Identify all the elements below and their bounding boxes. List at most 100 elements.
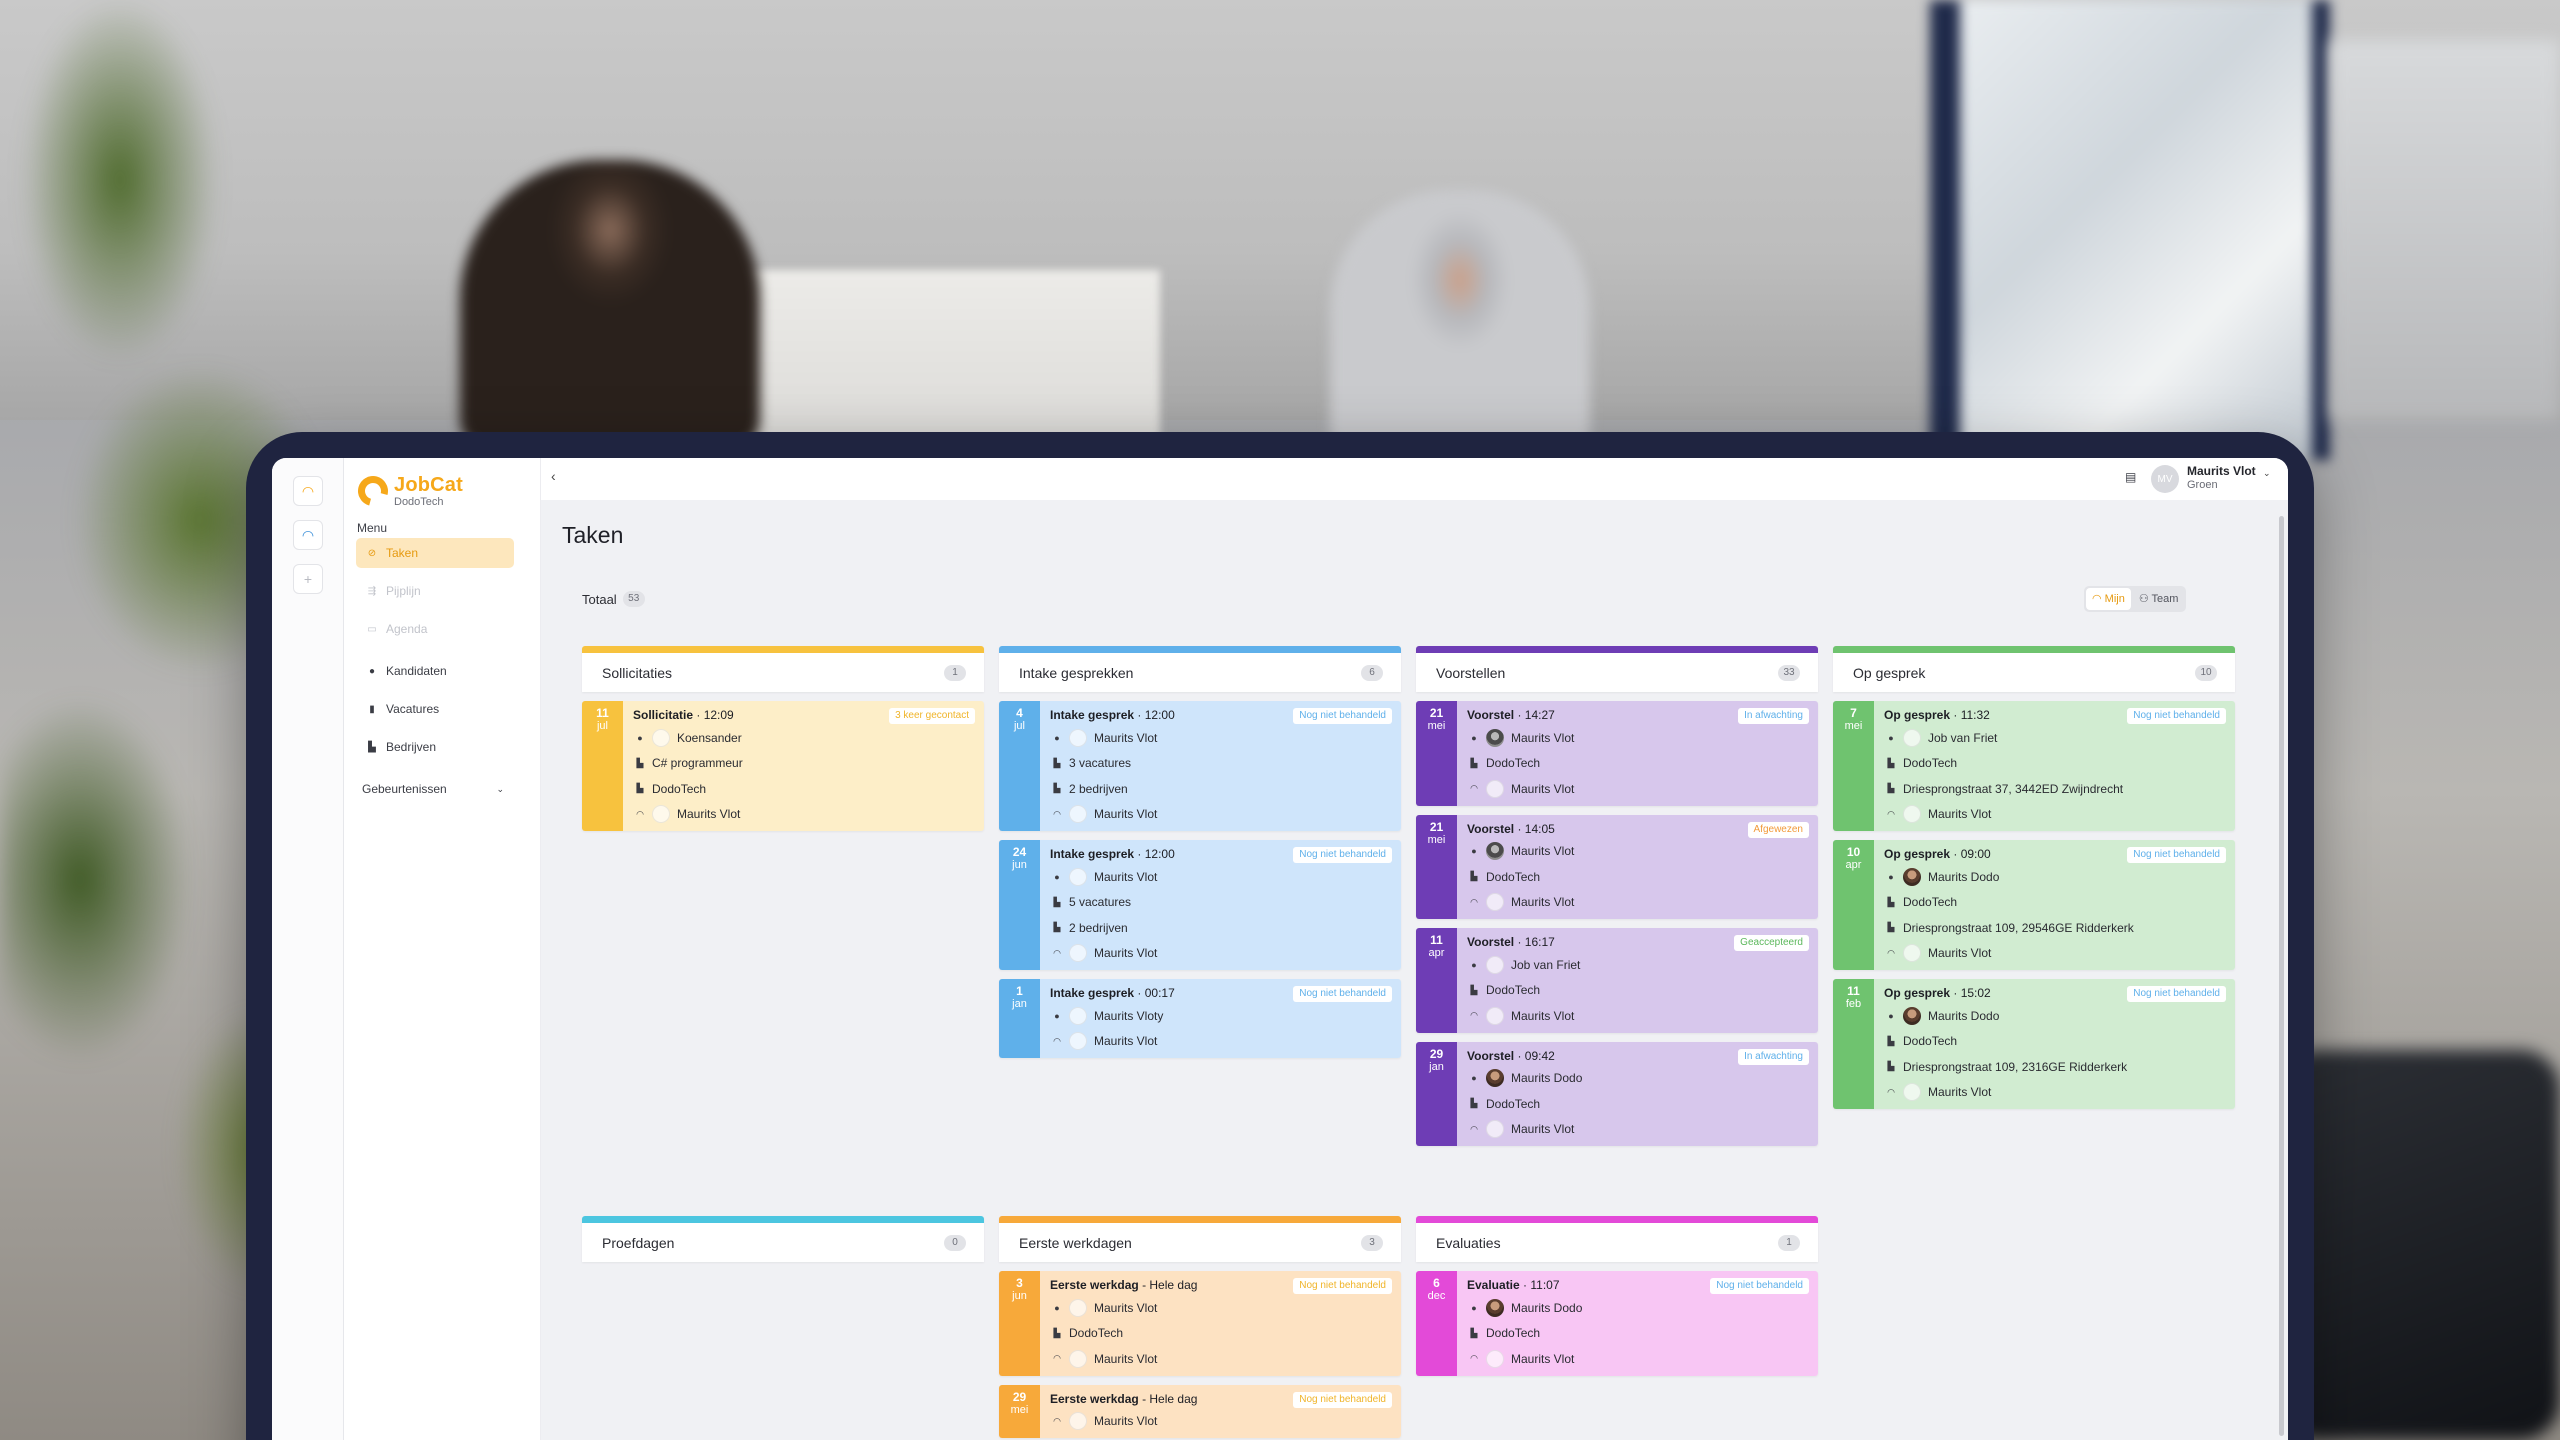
task-card[interactable]: 11 feb Op gesprek · 15:02 Nog niet behandel…: [1833, 979, 2235, 1109]
task-detail-row: ● Maurits Dodo: [1884, 1003, 2225, 1029]
sidebar-item-kandidaten[interactable]: ● Kandidaten: [356, 656, 514, 686]
column-header[interactable]: Sollicitaties 1: [582, 646, 984, 692]
task-card[interactable]: 21 mei Voorstel · 14:05 Afgewezen ● Maurits V…: [1416, 814, 1818, 919]
task-detail-text: Maurits Dodo: [1928, 869, 2000, 884]
sidebar-item-pijplijn[interactable]: ⇶ Pijplijn: [356, 576, 514, 606]
task-type: Evaluatie: [1467, 1278, 1520, 1292]
scope-mine-button[interactable]: ◠ Mijn: [2086, 588, 2131, 610]
task-card[interactable]: 21 mei Voorstel · 14:27 In afwachting ● Mauri…: [1416, 701, 1818, 806]
task-card[interactable]: 7 mei Op gesprek · 11:32 Nog niet behandeld…: [1833, 701, 2235, 831]
task-detail-row: ▙ Driesprongstraat 109, 2316GE Ridderkerk: [1884, 1054, 2225, 1080]
scrollbar[interactable]: [2279, 516, 2284, 1436]
column-title: Proefdagen: [602, 1234, 675, 1251]
task-date: 11 apr: [1416, 928, 1457, 1033]
task-card[interactable]: 11 jul Sollicitatie · 12:09 3 keer gecontac…: [582, 701, 984, 831]
task-card[interactable]: 24 jun Intake gesprek · 12:00 Nog niet beha…: [999, 840, 1401, 970]
scope-mine-label: Mijn: [2104, 593, 2125, 605]
sidebar-item-gebeurtenissen[interactable]: Gebeurtenissen ⌄: [356, 774, 514, 804]
owner-icon: ◠: [1053, 947, 1061, 958]
avatar[interactable]: MV: [2151, 465, 2179, 493]
building-icon: ▙: [1053, 757, 1061, 768]
column-title: Evaluaties: [1436, 1234, 1501, 1251]
status-badge: Afgewezen: [1747, 821, 1809, 838]
task-month: jul: [596, 720, 608, 732]
avatar: [1903, 1006, 1921, 1025]
building-icon: ▙: [1470, 1098, 1478, 1109]
task-detail-text: DodoTech: [1903, 756, 1958, 771]
chevron-down-icon[interactable]: ⌄: [2263, 468, 2271, 479]
task-detail-text: Maurits Vlot: [1094, 1034, 1158, 1049]
task-card[interactable]: 11 apr Voorstel · 16:17 Geaccepteerd ● Job va…: [1416, 928, 1818, 1033]
task-card[interactable]: 6 dec Evaluatie · 11:07 Nog niet behandeld ●…: [1416, 1271, 1818, 1376]
task-detail-text: Driesprongstraat 37, 3442ED Zwijndrecht: [1903, 781, 2124, 796]
sidebar: JobCat DodoTech Menu ⊘ Taken ⇶ Pijplijn …: [344, 458, 541, 1440]
task-card[interactable]: 29 jan Voorstel · 09:42 In afwachting ● Mauri…: [1416, 1041, 1818, 1146]
task-detail-row: ◠ Maurits Vlot: [1050, 941, 1391, 967]
task-detail-row: ◠ Maurits Vlot: [1050, 1346, 1391, 1372]
sidebar-item-vacatures[interactable]: ▮ Vacatures: [356, 694, 514, 724]
task-detail-text: C# programmeur: [652, 756, 743, 771]
avatar: [1069, 867, 1087, 886]
total-summary: Totaal 53: [582, 591, 645, 607]
sidebar-item-label: Pijplijn: [386, 584, 421, 598]
task-day: 6: [1433, 1276, 1440, 1290]
person-icon: ●: [1471, 732, 1477, 743]
task-card[interactable]: 29 mei Eerste werkdag - Hele dag Nog niet b…: [999, 1384, 1401, 1438]
task-time: · 00:17: [1137, 986, 1175, 1000]
task-detail-text: Maurits Vlot: [1511, 844, 1575, 859]
column-count: 3: [1361, 1234, 1383, 1251]
sidebar-item-bedrijven[interactable]: ▙ Bedrijven: [356, 732, 514, 762]
column-header[interactable]: Intake gesprekken 6: [999, 646, 1401, 692]
scope-team-button[interactable]: ⚇ Team: [2133, 588, 2185, 610]
collapse-sidebar-icon[interactable]: ‹: [551, 468, 556, 484]
task-detail-row: ◠ Maurits Vlot: [1884, 1080, 2225, 1106]
task-detail-text: 3 vacatures: [1069, 756, 1132, 771]
task-detail-text: DodoTech: [1486, 1326, 1541, 1341]
task-detail-text: Koensander: [677, 730, 742, 745]
column-header[interactable]: Op gesprek 10: [1833, 646, 2235, 692]
sidebar-item-agenda[interactable]: ▭ Agenda: [356, 614, 514, 644]
task-detail-row: ◠ Maurits Vlot: [1467, 1117, 1808, 1143]
task-body: Intake gesprek · 12:00 Nog niet behandeld…: [1040, 701, 1401, 831]
column-title: Eerste werkdagen: [1019, 1234, 1132, 1251]
task-detail-row: ● Maurits Dodo: [1467, 1066, 1808, 1092]
task-detail-text: Maurits Vlot: [1511, 781, 1575, 796]
avatar: [1903, 944, 1921, 963]
task-card[interactable]: 4 jul Intake gesprek · 12:00 Nog niet behan…: [999, 701, 1401, 831]
task-detail-text: Maurits Vlot: [1094, 869, 1158, 884]
task-detail-row: ● Maurits Vlot: [1050, 864, 1391, 890]
person-icon: ●: [1054, 732, 1060, 743]
task-detail-text: DodoTech: [1486, 983, 1541, 998]
column-title: Intake gesprekken: [1019, 664, 1134, 681]
task-card[interactable]: 3 jun Eerste werkdag - Hele dag Nog niet be…: [999, 1271, 1401, 1376]
task-detail-row: ● Koensander: [633, 725, 974, 751]
task-card[interactable]: 10 apr Op gesprek · 09:00 Nog niet behandel…: [1833, 840, 2235, 970]
task-detail-text: Maurits Vlot: [1094, 730, 1158, 745]
brand[interactable]: JobCat DodoTech: [352, 470, 463, 512]
person-icon: ●: [637, 732, 643, 743]
sidebar-item-taken[interactable]: ⊘ Taken: [356, 538, 514, 568]
task-card[interactable]: 1 jan Intake gesprek · 00:17 Nog niet behan…: [999, 979, 1401, 1058]
menu-title: Menu: [357, 521, 388, 535]
column-header[interactable]: Eerste werkdagen 3: [999, 1216, 1401, 1262]
task-time: · 14:05: [1517, 821, 1555, 836]
task-time: · 12:00: [1137, 708, 1175, 722]
task-detail-row: ● Maurits Vlot: [1467, 725, 1808, 751]
jobcat-workspace-icon[interactable]: ◠: [293, 476, 323, 506]
building-icon: ▙: [1887, 1061, 1895, 1072]
column-header[interactable]: Evaluaties 1: [1416, 1216, 1818, 1262]
add-workspace-icon[interactable]: +: [293, 564, 323, 594]
status-badge: In afwachting: [1738, 1048, 1809, 1065]
task-type: Eerste werkdag: [1050, 1278, 1139, 1292]
column-header[interactable]: Voorstellen 33: [1416, 646, 1818, 692]
user-name[interactable]: Maurits Vlot: [2187, 464, 2256, 478]
avatar: [1903, 867, 1921, 886]
calendar-icon[interactable]: ▤: [2125, 470, 2136, 484]
task-date: 29 jan: [1416, 1041, 1457, 1146]
task-detail-text: 5 vacatures: [1069, 895, 1132, 910]
task-date: 6 dec: [1416, 1271, 1457, 1376]
secondary-workspace-icon[interactable]: ◠: [293, 520, 323, 550]
task-detail-row: ▙ 5 vacatures: [1050, 890, 1391, 916]
task-body: Evaluatie · 11:07 Nog niet behandeld ● Maur…: [1457, 1271, 1818, 1376]
column-header[interactable]: Proefdagen 0: [582, 1216, 984, 1262]
